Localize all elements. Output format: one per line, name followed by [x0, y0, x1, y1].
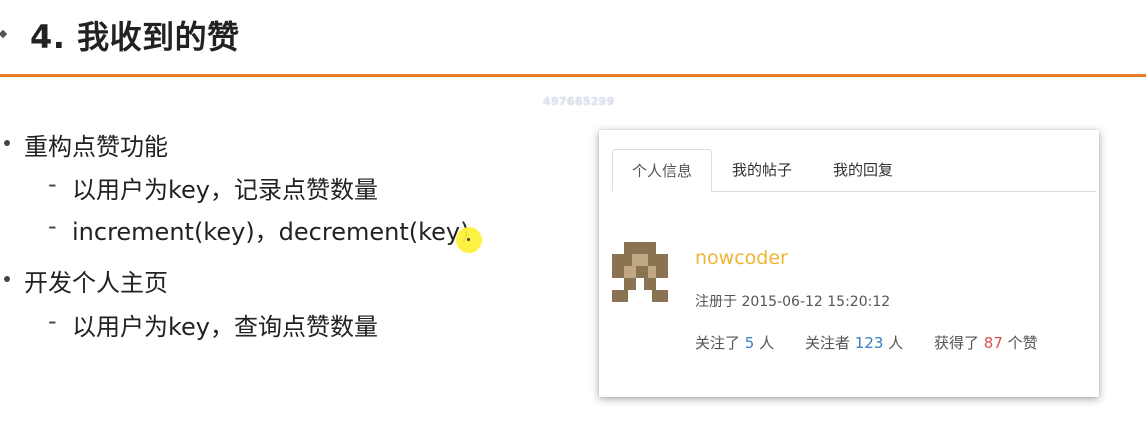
followers-unit: 人 — [888, 334, 904, 352]
slide-title: 4. 我收到的赞 — [30, 18, 240, 56]
watermark-text: 497665299 — [543, 95, 615, 108]
following-unit: 人 — [759, 334, 775, 352]
following-stat[interactable]: 关注了 5 人 — [695, 332, 774, 353]
bullet-text: 重构点赞功能 — [24, 133, 168, 161]
registration-info: 注册于 2015-06-12 15:20:12 — [695, 291, 890, 311]
bullet-item: 开发个人主页 — [4, 263, 168, 298]
avatar[interactable] — [612, 242, 668, 302]
tab-profile-info[interactable]: 个人信息 — [612, 149, 712, 192]
sub-bullet-dash: - — [48, 212, 57, 240]
tab-my-posts[interactable]: 我的帖子 — [732, 149, 792, 191]
title-bullet — [0, 29, 8, 39]
bullet-text: 开发个人主页 — [24, 269, 168, 297]
likes-stat: 获得了 87 个赞 — [934, 332, 1038, 353]
sub-bullet-item: - increment(key)，decrement(key) — [48, 212, 470, 247]
title-divider — [0, 74, 1146, 77]
following-label: 关注了 — [695, 334, 741, 352]
username[interactable]: nowcoder — [695, 247, 788, 269]
profile-card: 个人信息 我的帖子 我的回复 nowcoder 注册于 2015-06-12 1… — [599, 130, 1099, 397]
profile-tabs: 个人信息 我的帖子 我的回复 — [612, 149, 1096, 192]
sub-bullet-dash: - — [48, 170, 57, 198]
followers-label: 关注者 — [805, 334, 851, 352]
followers-count: 123 — [854, 334, 884, 352]
bullet-item: 重构点赞功能 — [4, 127, 168, 162]
registration-time: 2015-06-12 15:20:12 — [741, 294, 891, 310]
bullet-dot — [4, 276, 10, 282]
sub-bullet-dash: - — [48, 307, 57, 335]
sub-bullet-item: - 以用户为key，查询点赞数量 — [48, 307, 379, 342]
sub-bullet-text: 以用户为key，查询点赞数量 — [72, 313, 379, 341]
likes-label: 获得了 — [934, 334, 980, 352]
sub-bullet-text: increment(key)，decrement(key) — [72, 218, 470, 246]
registration-label: 注册于 — [695, 294, 737, 310]
sub-bullet-item: - 以用户为key，记录点赞数量 — [48, 170, 379, 205]
likes-unit: 个赞 — [1007, 334, 1038, 352]
bullet-dot — [4, 140, 10, 146]
followers-stat[interactable]: 关注者 123 人 — [805, 332, 903, 353]
pointer-highlight — [456, 227, 482, 253]
likes-count: 87 — [983, 334, 1003, 352]
sub-bullet-text: 以用户为key，记录点赞数量 — [72, 176, 379, 204]
tab-my-replies[interactable]: 我的回复 — [833, 149, 893, 191]
following-count: 5 — [744, 334, 755, 352]
